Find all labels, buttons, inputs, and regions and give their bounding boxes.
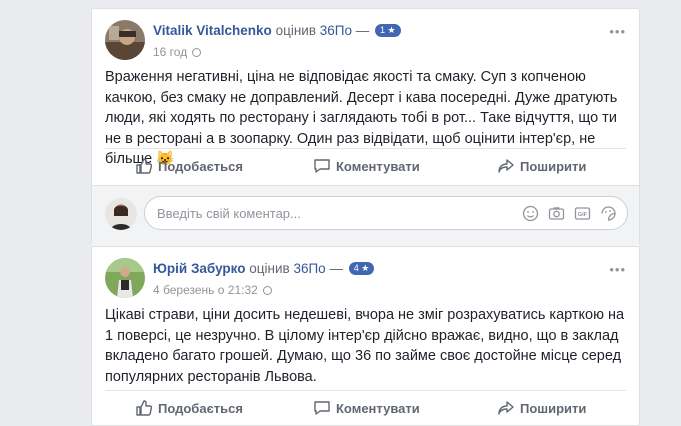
dash: — [329,261,343,276]
composer-icons: GIF [522,205,617,222]
current-user-avatar [105,198,137,230]
globe-icon [262,286,272,295]
globe-icon [192,48,202,57]
share-label: Поширити [520,158,587,174]
sticker-icon[interactable] [600,205,617,222]
share-label: Поширити [520,400,587,416]
more-options-icon[interactable]: ••• [609,262,626,277]
author-line: Юрій Забурко оцінив 36По — 4 ★ [153,261,375,276]
avatar[interactable] [105,20,145,60]
post-header: Юрій Забурко оцінив 36По — 4 ★ 4 березен… [105,258,626,302]
comment-label: Коментувати [336,158,420,174]
share-icon [498,401,514,415]
like-button[interactable]: Подобається [135,157,243,175]
rating-badge: 4 ★ [348,262,375,275]
like-label: Подобається [158,158,243,174]
post-header: Vitalik Vitalchenko оцінив 36По — 1 ★ 16… [105,20,626,64]
share-button[interactable]: Поширити [497,399,586,417]
comment-composer: Введіть свій коментар... GIF [92,185,639,247]
share-icon [498,159,514,173]
author-line: Vitalik Vitalchenko оцінив 36По — 1 ★ [153,23,401,38]
comment-icon [314,159,330,173]
like-icon [136,400,153,416]
like-button[interactable]: Подобається [135,399,243,417]
action-bar: Подобається Коментувати Поширити [105,148,626,181]
post-meta: 16 год [153,45,202,59]
more-options-icon[interactable]: ••• [609,24,626,39]
comment-input[interactable]: Введіть свій коментар... GIF [144,196,628,230]
comment-icon [314,401,330,415]
review-text: Цікаві страви, ціни досить недешеві, вчо… [105,307,625,385]
emoji-icon[interactable] [522,205,539,222]
camera-icon[interactable] [548,205,565,222]
timestamp[interactable]: 4 березень о 21:32 [153,283,258,297]
timestamp[interactable]: 16 год [153,45,187,59]
svg-text:GIF: GIF [578,212,588,218]
rating-badge: 1 ★ [375,24,401,37]
rated-label: оцінив [275,23,316,38]
rated-label: оцінив [249,261,290,276]
dash: — [355,23,370,38]
comment-label: Коментувати [336,400,420,416]
comment-placeholder: Введіть свій коментар... [157,206,301,221]
like-icon [136,158,153,174]
comment-button[interactable]: Коментувати [313,157,420,175]
review-post-1: Vitalik Vitalchenko оцінив 36По — 1 ★ 16… [91,8,640,247]
place-link[interactable]: 36По [293,261,325,276]
gif-icon[interactable]: GIF [574,205,591,222]
review-post-2: Юрій Забурко оцінив 36По — 4 ★ 4 березен… [91,246,640,426]
share-button[interactable]: Поширити [497,157,586,175]
like-label: Подобається [158,400,243,416]
post-meta: 4 березень о 21:32 [153,283,272,297]
action-bar: Подобається Коментувати Поширити [105,390,626,423]
comment-button[interactable]: Коментувати [313,399,420,417]
author-name[interactable]: Юрій Забурко [153,261,246,276]
author-name[interactable]: Vitalik Vitalchenko [153,23,272,38]
place-link[interactable]: 36По [320,23,352,38]
avatar[interactable] [105,258,145,298]
